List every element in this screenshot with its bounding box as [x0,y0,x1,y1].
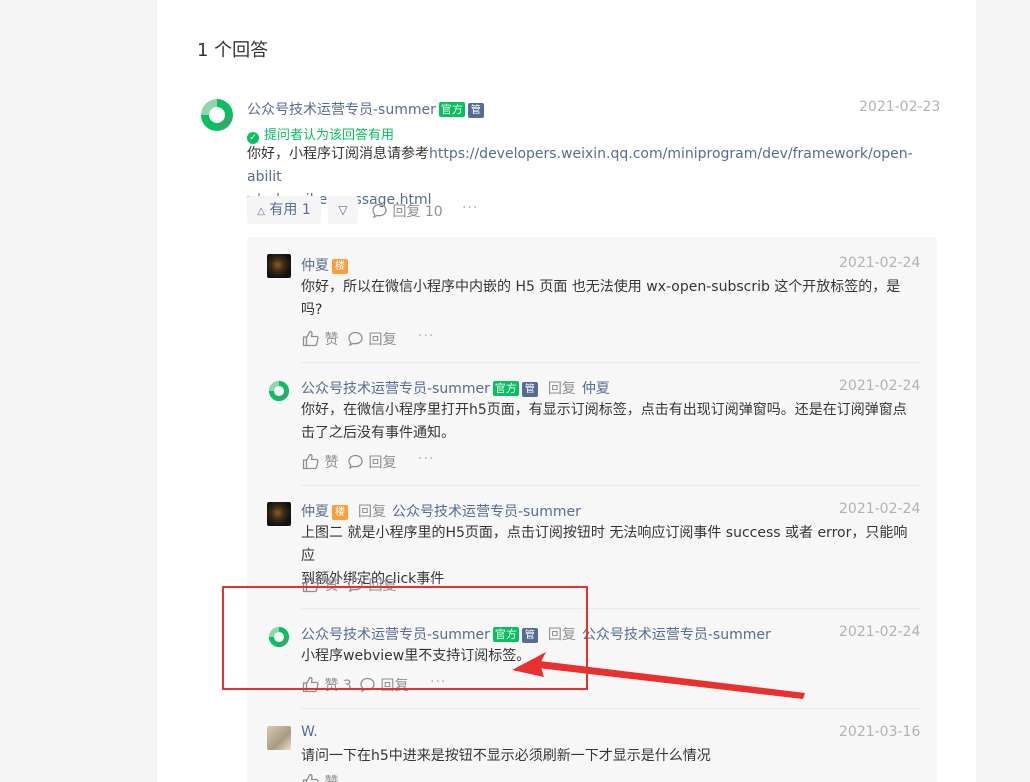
annotation-arrow-icon [512,652,805,699]
